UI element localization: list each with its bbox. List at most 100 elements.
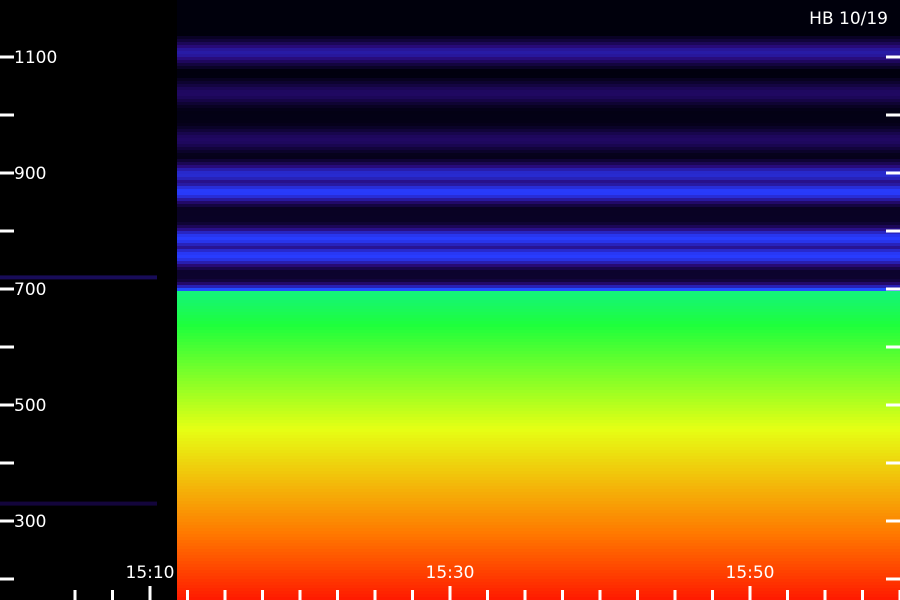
heat-strip — [177, 465, 900, 469]
heat-strip — [177, 48, 900, 52]
heat-strip — [177, 540, 900, 544]
heat-strip — [177, 54, 900, 58]
heat-strip — [177, 411, 900, 415]
heat-strip — [177, 480, 900, 484]
heat-strip — [177, 129, 900, 133]
heat-strip — [177, 75, 900, 79]
heat-strip — [177, 384, 900, 388]
heat-strip — [177, 12, 900, 16]
heat-strip — [177, 471, 900, 475]
heat-strip — [177, 504, 900, 508]
heat-strip — [177, 27, 900, 31]
heat-strip — [177, 498, 900, 502]
x-tick-label: 15:30 — [426, 563, 475, 583]
heat-strip — [177, 588, 900, 592]
heat-strip — [177, 546, 900, 550]
heat-strip — [177, 267, 900, 271]
heat-strip — [177, 33, 900, 37]
heat-strip — [177, 423, 900, 427]
heat-strip — [177, 306, 900, 310]
heat-strip — [177, 534, 900, 538]
heat-strip — [177, 348, 900, 352]
y-tick-label: 700 — [14, 280, 46, 300]
heat-strip — [177, 321, 900, 325]
heat-strip — [177, 201, 900, 205]
heat-strip — [177, 213, 900, 217]
heat-strip — [177, 579, 900, 583]
heat-strip — [177, 60, 900, 64]
heat-strip — [177, 156, 900, 160]
heat-strip — [177, 63, 900, 67]
heat-strip — [177, 522, 900, 526]
heat-strip — [177, 114, 900, 118]
heat-strip — [177, 456, 900, 460]
pre-onset-trace — [0, 275, 157, 280]
heat-strip — [177, 3, 900, 7]
pre-onset-trace — [0, 501, 157, 506]
heat-strip — [177, 516, 900, 520]
heat-strip — [177, 342, 900, 346]
heat-strip — [177, 429, 900, 433]
heat-strip — [177, 69, 900, 73]
heat-strip — [177, 477, 900, 481]
heat-strip — [177, 357, 900, 361]
heat-strip — [177, 525, 900, 529]
heat-strip — [177, 123, 900, 127]
heat-strip — [177, 108, 900, 112]
heat-strip — [177, 204, 900, 208]
heat-strip — [177, 18, 900, 22]
x-tick-label: 15:50 — [726, 563, 775, 583]
heat-strip — [177, 591, 900, 595]
heat-strip — [177, 369, 900, 373]
heat-strip — [177, 249, 900, 253]
heat-strip — [177, 45, 900, 49]
heat-strip — [177, 450, 900, 454]
heat-strip — [177, 318, 900, 322]
heat-strip — [177, 99, 900, 103]
y-tick-label: 500 — [14, 396, 46, 416]
heat-strip — [177, 336, 900, 340]
y-tick-label: 900 — [14, 164, 46, 184]
heat-strip — [177, 594, 900, 598]
heat-strip — [177, 330, 900, 334]
heat-strip — [177, 135, 900, 139]
heat-strip — [177, 462, 900, 466]
heat-strip — [177, 345, 900, 349]
heat-strip — [177, 153, 900, 157]
heat-strip — [177, 483, 900, 487]
heat-strip — [177, 399, 900, 403]
heat-strip — [177, 126, 900, 130]
y-tick-label: 1100 — [14, 48, 57, 68]
heat-strip — [177, 39, 900, 43]
heat-strip — [177, 132, 900, 136]
heat-strip — [177, 279, 900, 283]
heat-strip — [177, 555, 900, 559]
heat-strip — [177, 441, 900, 445]
heat-strip — [177, 24, 900, 28]
heat-strip — [177, 528, 900, 532]
heat-strip — [177, 231, 900, 235]
heat-strip — [177, 303, 900, 307]
heat-strip — [177, 585, 900, 589]
heat-strip — [177, 72, 900, 76]
heat-strip — [177, 495, 900, 499]
heat-strip — [177, 180, 900, 184]
heat-strip — [177, 294, 900, 298]
heat-strip — [177, 255, 900, 259]
heat-strip — [177, 261, 900, 265]
heat-strip — [177, 312, 900, 316]
heat-strip — [177, 216, 900, 220]
heat-strip — [177, 378, 900, 382]
heat-strip — [177, 150, 900, 154]
heat-strip — [177, 171, 900, 175]
heat-strip — [177, 117, 900, 121]
heat-strip — [177, 417, 900, 421]
heat-strip — [177, 192, 900, 196]
heat-strip — [177, 531, 900, 535]
heat-strip — [177, 474, 900, 478]
heat-strip — [177, 225, 900, 229]
heat-strip — [177, 297, 900, 301]
heat-strip — [177, 0, 900, 4]
heat-strip — [177, 66, 900, 70]
heat-strip — [177, 36, 900, 40]
